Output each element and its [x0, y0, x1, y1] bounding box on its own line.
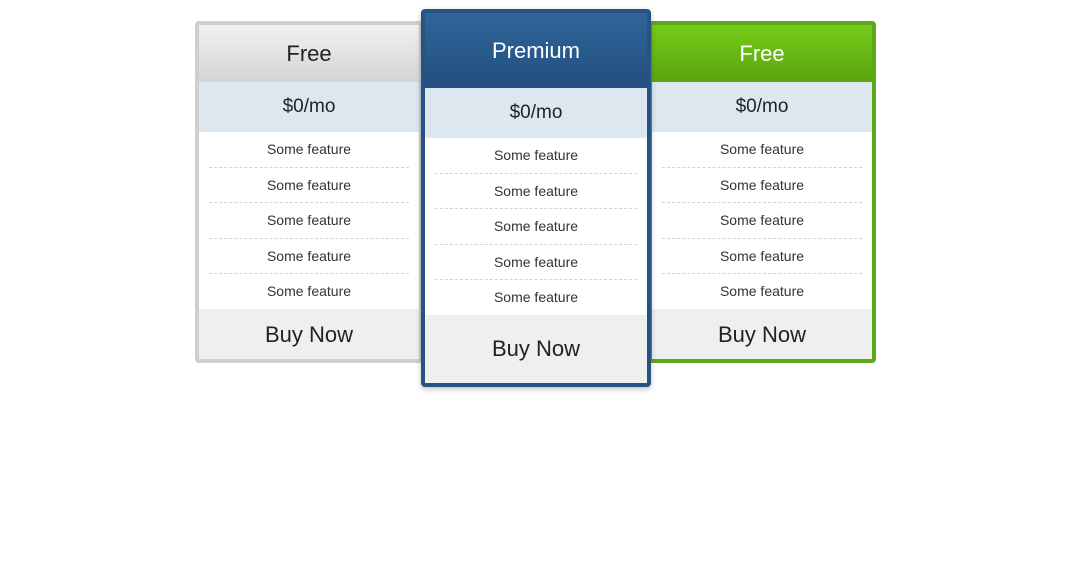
buy-now-button[interactable]: Buy Now — [425, 314, 647, 383]
feature-item: Some feature — [662, 203, 862, 239]
feature-item: Some feature — [493, 289, 579, 306]
feature-item: Some feature — [435, 245, 637, 280]
feature-list: Some feature Some feature Some feature S… — [199, 132, 419, 309]
feature-item: Some feature — [209, 239, 409, 274]
plan-name: Free — [652, 25, 872, 82]
feature-item: Some feature — [435, 209, 637, 245]
feature-list: Some feature Some feature Some feature S… — [652, 132, 872, 309]
buy-now-button[interactable]: Buy Now — [199, 308, 419, 359]
feature-item: Some feature — [209, 132, 409, 168]
feature-item: Some feature — [662, 132, 862, 168]
feature-item: Some feature — [662, 239, 862, 274]
feature-item: Some feature — [209, 168, 409, 203]
feature-item: Some feature — [435, 138, 637, 174]
pricing-card-free-green: Free $0/mo Some feature Some feature Som… — [648, 21, 876, 363]
pricing-table: Free $0/mo Some feature Some feature Som… — [0, 0, 1080, 585]
plan-name: Premium — [425, 13, 647, 88]
feature-list: Some feature Some feature Some feature S… — [425, 138, 647, 315]
feature-item: Some feature — [209, 203, 409, 239]
feature-item: Some feature — [719, 283, 805, 300]
feature-item: Some feature — [662, 168, 862, 203]
plan-name: Free — [199, 25, 419, 82]
pricing-card-premium: Premium $0/mo Some feature Some feature … — [421, 9, 651, 387]
feature-item: Some feature — [266, 283, 352, 300]
pricing-card-free: Free $0/mo Some feature Some feature Som… — [195, 21, 423, 363]
buy-now-button[interactable]: Buy Now — [652, 308, 872, 359]
plan-price: $0/mo — [199, 82, 419, 132]
plan-price: $0/mo — [425, 88, 647, 138]
plan-price: $0/mo — [652, 82, 872, 132]
feature-item: Some feature — [435, 174, 637, 209]
